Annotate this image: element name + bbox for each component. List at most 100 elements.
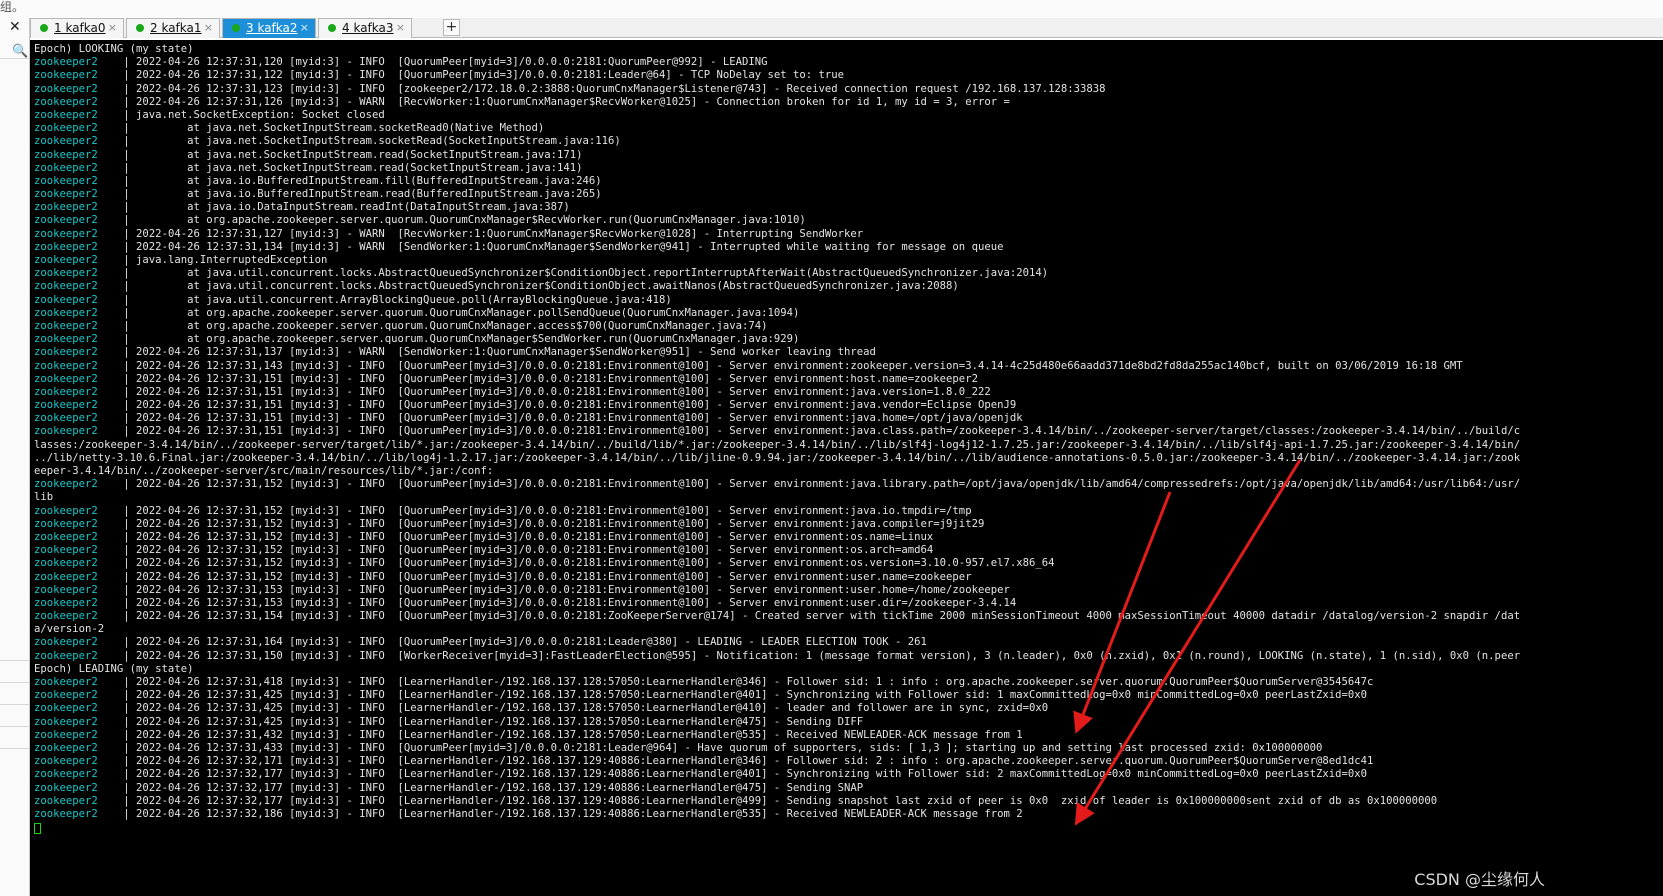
container-prefix: zookeeper2 <box>34 319 124 332</box>
terminal-line: zookeeper2 | 2022-04-26 12:37:31,151 [my… <box>34 399 1520 412</box>
container-prefix: zookeeper2 <box>34 583 124 596</box>
terminal-line: zookeeper2 | at java.io.DataInputStream.… <box>34 201 1520 214</box>
container-prefix: zookeeper2 <box>34 689 124 702</box>
log-text: | 2022-04-26 12:37:32,186 [myid:3] - INF… <box>123 807 1023 820</box>
log-text: | 2022-04-26 12:37:31,120 [myid:3] - INF… <box>123 56 768 69</box>
container-prefix: zookeeper2 <box>34 610 124 623</box>
status-dot-icon <box>40 24 48 32</box>
log-text: | 2022-04-26 12:37:31,154 [myid:3] - INF… <box>123 610 1521 623</box>
panel-divider <box>0 704 30 705</box>
tab-kafka3[interactable]: 4 kafka3 × <box>318 18 412 38</box>
log-text: | at org.apache.zookeeper.server.quorum.… <box>123 333 800 346</box>
tab-close-icon[interactable]: × <box>108 19 117 37</box>
log-text: | 2022-04-26 12:37:31,152 [myid:3] - INF… <box>123 530 934 543</box>
tab-kafka2[interactable]: 3 kafka2 × <box>222 18 316 38</box>
container-prefix: zookeeper2 <box>34 188 124 201</box>
terminal-line: zookeeper2 | 2022-04-26 12:37:31,137 [my… <box>34 346 1520 359</box>
terminal-line: zookeeper2 | 2022-04-26 12:37:31,143 [my… <box>34 360 1520 373</box>
log-text: | 2022-04-26 12:37:32,177 [myid:3] - INF… <box>123 768 1368 781</box>
log-text: | java.net.SocketException: Socket close… <box>123 108 385 121</box>
status-dot-icon <box>136 24 144 32</box>
terminal-line: Epoch) LOOKING (my state) <box>34 43 1520 56</box>
container-prefix: zookeeper2 <box>34 504 124 517</box>
search-icon[interactable]: 🔍 <box>12 44 28 59</box>
container-prefix: zookeeper2 <box>34 412 124 425</box>
container-prefix: zookeeper2 <box>34 676 124 688</box>
container-prefix: zookeeper2 <box>34 755 124 768</box>
log-text: | at java.net.SocketInputStream.read(Soc… <box>123 161 583 174</box>
tab-close-icon[interactable]: × <box>300 19 309 37</box>
log-text: | at java.net.SocketInputStream.socketRe… <box>123 135 621 148</box>
tab-close-icon[interactable]: × <box>204 19 213 37</box>
log-text: | 2022-04-26 12:37:31,151 [myid:3] - INF… <box>123 399 1017 412</box>
terminal-line: zookeeper2 | 2022-04-26 12:37:31,134 [my… <box>34 241 1520 254</box>
terminal-line: zookeeper2 | java.lang.InterruptedExcept… <box>34 254 1520 267</box>
container-prefix: zookeeper2 <box>34 174 124 187</box>
container-prefix: zookeeper2 <box>34 95 124 108</box>
log-text: | 2022-04-26 12:37:31,122 [myid:3] - INF… <box>123 69 845 82</box>
terminal-line: lasses:/zookeeper-3.4.14/bin/../zookeepe… <box>34 439 1520 452</box>
container-prefix: zookeeper2 <box>34 517 124 530</box>
terminal-line: zookeeper2 | 2022-04-26 12:37:31,153 [my… <box>34 597 1520 610</box>
tab-label: 2 kafka1 <box>150 21 202 35</box>
log-text: eeper-3.4.14/bin/../zookeeper-server/src… <box>34 465 494 477</box>
terminal-line: ../lib/netty-3.10.6.Final.jar:/zookeeper… <box>34 452 1520 465</box>
terminal-line: zookeeper2 | 2022-04-26 12:37:32,177 [my… <box>34 768 1520 781</box>
log-text: | 2022-04-26 12:37:31,151 [myid:3] - INF… <box>123 372 978 385</box>
log-text: | 2022-04-26 12:37:31,151 [myid:3] - INF… <box>123 385 991 398</box>
container-prefix: zookeeper2 <box>34 715 124 728</box>
log-text: | 2022-04-26 12:37:31,425 [myid:3] - INF… <box>123 689 1368 702</box>
log-text: | 2022-04-26 12:37:31,153 [myid:3] - INF… <box>123 596 1017 609</box>
log-text: | 2022-04-26 12:37:31,425 [myid:3] - INF… <box>123 715 864 728</box>
log-text: lasses:/zookeeper-3.4.14/bin/../zookeepe… <box>34 438 1521 451</box>
terminal-line: zookeeper2 | at org.apache.zookeeper.ser… <box>34 320 1520 333</box>
container-prefix: zookeeper2 <box>34 135 124 148</box>
log-text: | 2022-04-26 12:37:31,152 [myid:3] - INF… <box>123 557 1055 570</box>
log-text: | at java.io.DataInputStream.readInt(Dat… <box>123 201 570 214</box>
log-text: | 2022-04-26 12:37:31,164 [myid:3] - INF… <box>123 636 927 649</box>
container-prefix: zookeeper2 <box>34 636 124 649</box>
tab-close-icon[interactable]: × <box>396 19 405 37</box>
log-text: a/version-2 <box>34 623 105 636</box>
terminal-line: zookeeper2 | at java.util.concurrent.loc… <box>34 280 1520 293</box>
container-prefix: zookeeper2 <box>34 148 124 161</box>
log-text: | 2022-04-26 12:37:31,152 [myid:3] - INF… <box>123 517 985 530</box>
terminal-output[interactable]: Epoch) LOOKING (my state) zookeeper2 | 20… <box>30 40 1663 896</box>
container-prefix: zookeeper2 <box>34 649 124 662</box>
container-prefix: zookeeper2 <box>34 596 124 609</box>
log-text: | 2022-04-26 12:37:31,152 [myid:3] - INF… <box>123 504 972 517</box>
tab-label: 4 kafka3 <box>342 21 394 35</box>
tab-kafka1[interactable]: 2 kafka1 × <box>126 18 220 38</box>
container-prefix: zookeeper2 <box>34 372 124 385</box>
log-text: | at java.util.concurrent.locks.Abstract… <box>123 280 959 293</box>
status-dot-icon <box>232 24 240 32</box>
log-text: | 2022-04-26 12:37:32,177 [myid:3] - INF… <box>123 781 864 794</box>
log-text: | 2022-04-26 12:37:31,418 [myid:3] - INF… <box>123 676 1374 688</box>
log-text: | 2022-04-26 12:37:31,153 [myid:3] - INF… <box>123 583 1010 596</box>
watermark: CSDN @尘缘何人 <box>1414 870 1545 889</box>
container-prefix: zookeeper2 <box>34 359 124 372</box>
log-text: | 2022-04-26 12:37:31,151 [myid:3] - INF… <box>123 412 1023 425</box>
tab-kafka0[interactable]: 1 kafka0 × <box>30 18 124 38</box>
add-tab-button[interactable]: + <box>443 19 460 36</box>
terminal-line: zookeeper2 | at org.apache.zookeeper.ser… <box>34 333 1520 346</box>
terminal-line: eeper-3.4.14/bin/../zookeeper-server/src… <box>34 465 1520 478</box>
container-prefix: zookeeper2 <box>34 781 124 794</box>
terminal-line: zookeeper2 | 2022-04-26 12:37:31,425 [my… <box>34 716 1520 729</box>
log-text: Epoch) LOOKING (my state) <box>34 43 194 55</box>
container-prefix: zookeeper2 <box>34 478 124 491</box>
log-text: | at org.apache.zookeeper.server.quorum.… <box>123 306 800 319</box>
title-fragment: 组。 <box>0 0 25 14</box>
log-text: | 2022-04-26 12:37:31,152 [myid:3] - INF… <box>123 544 934 557</box>
log-text: | 2022-04-26 12:37:31,126 [myid:3] - WAR… <box>123 95 1010 108</box>
terminal-line: zookeeper2 | 2022-04-26 12:37:31,150 [my… <box>34 650 1520 663</box>
container-prefix: zookeeper2 <box>34 69 124 82</box>
terminal-line: zookeeper2 | 2022-04-26 12:37:31,152 [my… <box>34 571 1520 584</box>
panel-close-icon[interactable]: ✕ <box>9 19 21 35</box>
log-text: | 2022-04-26 12:37:32,171 [myid:3] - INF… <box>123 755 1374 768</box>
terminal-line: zookeeper2 | 2022-04-26 12:37:31,127 [my… <box>34 228 1520 241</box>
log-text: | 2022-04-26 12:37:31,134 [myid:3] - WAR… <box>123 240 1004 253</box>
tab-label: 1 kafka0 <box>54 21 106 35</box>
log-text: | 2022-04-26 12:37:32,177 [myid:3] - INF… <box>123 794 1438 807</box>
log-text: | java.lang.InterruptedException <box>123 254 328 266</box>
